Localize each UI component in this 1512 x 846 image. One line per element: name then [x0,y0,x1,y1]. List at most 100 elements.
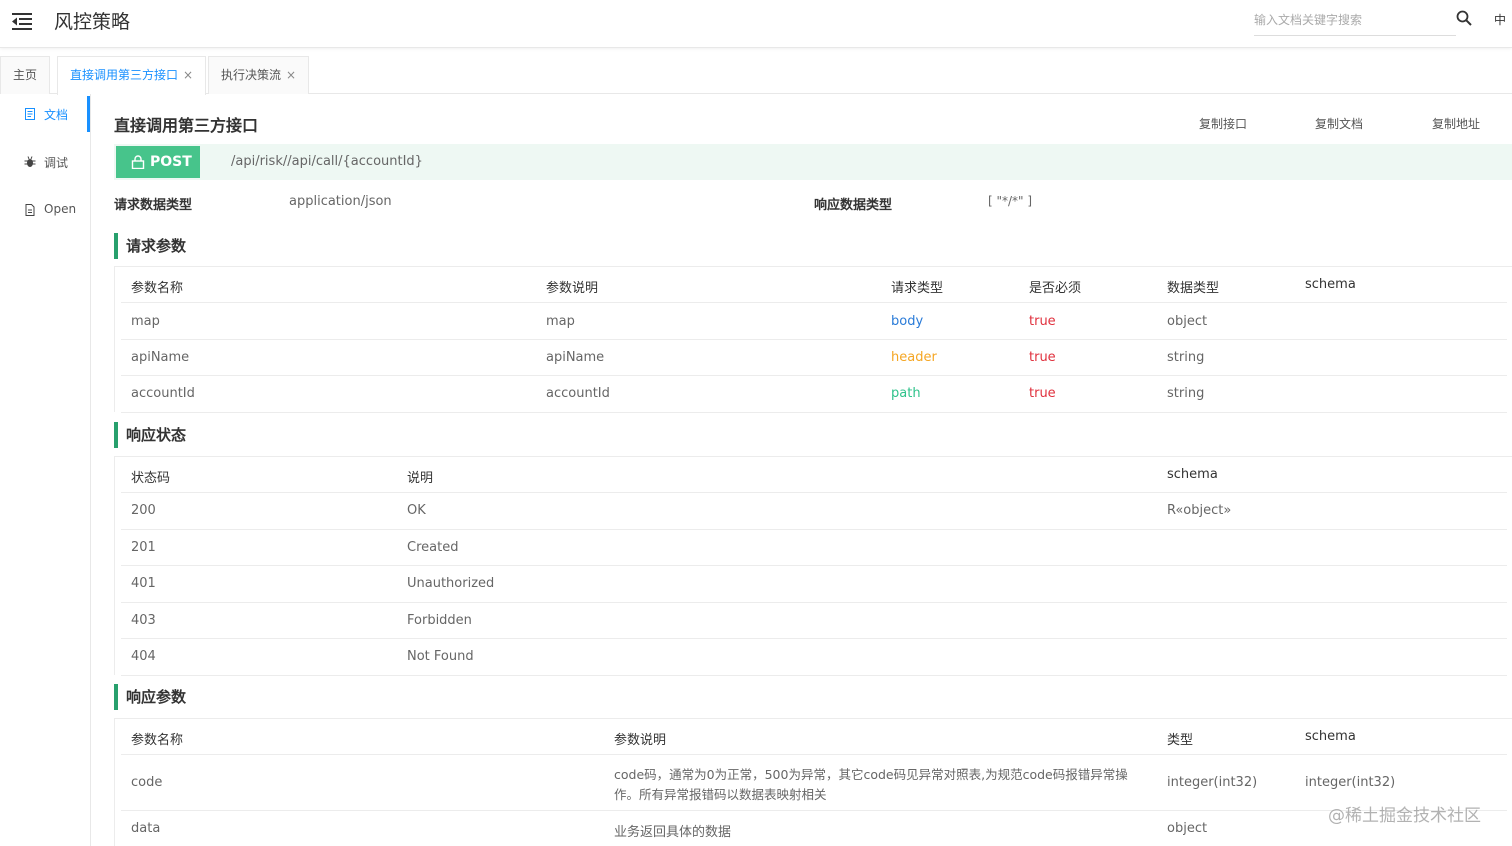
sidebar-item-debug[interactable]: 调试 [0,144,90,180]
param-in: body [891,314,924,329]
param-desc-line: 业务返回具体的数据 [614,825,732,840]
table-row: 403 Forbidden [121,603,1507,639]
column-header: 类型 [1167,733,1194,748]
method-badge[interactable]: POST [116,146,200,178]
copy-address-button[interactable]: 复制地址 [1432,115,1480,132]
param-desc: accountId [546,386,610,401]
table-row: 404 Not Found [121,639,1507,676]
section-title-request-params: 请求参数 [114,233,186,259]
status-desc: Created [407,540,459,555]
method-bar: POST /api/risk//api/call/{accountId} [114,144,1512,180]
bug-icon [24,156,36,167]
tab-label: 直接调用第三方接口 [70,68,179,82]
copy-api-button[interactable]: 复制接口 [1199,115,1247,132]
status-code: 200 [131,503,156,518]
tab-home[interactable]: 主页 [0,56,51,94]
section-title-response-params: 响应参数 [114,684,186,710]
param-in: header [891,350,937,365]
language-switch[interactable]: 中 [1494,11,1506,28]
copy-doc-button[interactable]: 复制文档 [1315,115,1363,132]
status-code: 403 [131,613,156,628]
tab-decision-flow[interactable]: 执行决策流 × [208,56,310,94]
table-row: data 业务返回具体的数据 object [121,811,1507,846]
status-desc: OK [407,503,426,518]
param-type: string [1167,350,1205,365]
column-header: 请求类型 [891,281,944,296]
sidebar-item-open[interactable]: Open [0,192,90,228]
lock-icon [131,155,145,169]
file-icon [25,204,35,216]
param-schema: integer(int32) [1305,775,1396,790]
param-type: integer(int32) [1167,775,1258,790]
request-type-label: 请求数据类型 [114,198,193,213]
param-type: object [1167,821,1208,836]
table-row: 200 OK R«object» [121,493,1507,530]
param-type: string [1167,386,1205,401]
param-required: true [1029,314,1056,329]
table-header-row: 参数名称 参数说明 请求类型 是否必须 数据类型 schema [121,267,1507,303]
column-header: 参数说明 [546,281,599,296]
app-title: 风控策略 [54,11,131,33]
response-status-table: 状态码 说明 schema 200 OK R«object» 201 Creat… [114,456,1512,676]
table-header-row: 参数名称 参数说明 类型 schema [121,719,1507,755]
table-row: apiName apiName header true string [121,340,1507,376]
param-in: path [891,386,921,401]
param-name: data [131,821,161,836]
request-type-value: application/json [289,194,392,209]
status-desc: Not Found [407,649,474,664]
table-row: 401 Unauthorized [121,566,1507,603]
close-icon[interactable]: × [286,68,296,82]
table-header-row: 状态码 说明 schema [121,457,1507,493]
sidebar-item-label: 文档 [44,108,69,122]
param-desc-line: code码，通常为0为正常，500为异常，其它code码见异常对照表,为规范co… [614,767,1128,782]
status-schema: R«object» [1167,503,1232,518]
table-row: 201 Created [121,530,1507,566]
search-input[interactable] [1254,8,1444,32]
main-content: 直接调用第三方接口 复制接口 复制文档 复制地址 POST /api/risk/… [91,94,1512,846]
column-header: 状态码 [131,471,171,486]
column-header: 数据类型 [1167,281,1220,296]
sidebar: 文档 调试 Open [0,94,91,846]
column-header: schema [1305,277,1356,292]
close-icon[interactable]: × [183,68,193,82]
tab-bar: 主页 直接调用第三方接口 × 执行决策流 × [0,54,1512,95]
param-required: true [1029,386,1056,401]
status-code: 401 [131,576,156,591]
search-box [1254,8,1456,36]
param-desc-line: 作。所有异常报错码以数据表映射相关 [614,787,827,802]
response-params-table: 参数名称 参数说明 类型 schema code code码，通常为0为正常，5… [114,718,1512,846]
param-name: code [131,775,163,790]
column-header: 说明 [407,471,434,486]
tab-label: 主页 [13,68,38,82]
watermark: @稀土掘金技术社区 [1328,806,1481,826]
param-required: true [1029,350,1056,365]
param-name: map [131,314,160,329]
param-name: accountId [131,386,195,401]
api-path: /api/risk//api/call/{accountId} [231,154,423,169]
response-type-value: [ "*/*" ] [988,194,1033,208]
sidebar-item-label: Open [44,202,77,216]
method-label: POST [150,154,192,170]
document-icon [25,108,35,120]
page-title: 直接调用第三方接口 [114,116,259,135]
param-name: apiName [131,350,190,365]
table-row: code code码，通常为0为正常，500为异常，其它code码见异常对照表,… [121,755,1507,811]
column-header: 是否必须 [1029,281,1082,296]
column-header: 参数名称 [131,281,184,296]
param-type: object [1167,314,1208,329]
tab-call-third-party[interactable]: 直接调用第三方接口 × [57,56,207,95]
sidebar-item-docs[interactable]: 文档 [0,96,90,132]
response-type-label: 响应数据类型 [814,198,893,213]
column-header: 参数名称 [131,733,184,748]
sidebar-item-label: 调试 [44,156,69,170]
top-header: 风控策略 中 [0,0,1512,48]
table-row: accountId accountId path true string [121,376,1507,413]
status-desc: Unauthorized [407,576,495,591]
status-code: 201 [131,540,156,555]
menu-fold-icon[interactable] [12,12,32,30]
request-params-table: 参数名称 参数说明 请求类型 是否必须 数据类型 schema map map … [114,266,1512,413]
search-icon[interactable] [1456,10,1472,26]
section-title-response-status: 响应状态 [114,422,186,448]
table-row: map map body true object [121,303,1507,340]
column-header: 参数说明 [614,733,667,748]
